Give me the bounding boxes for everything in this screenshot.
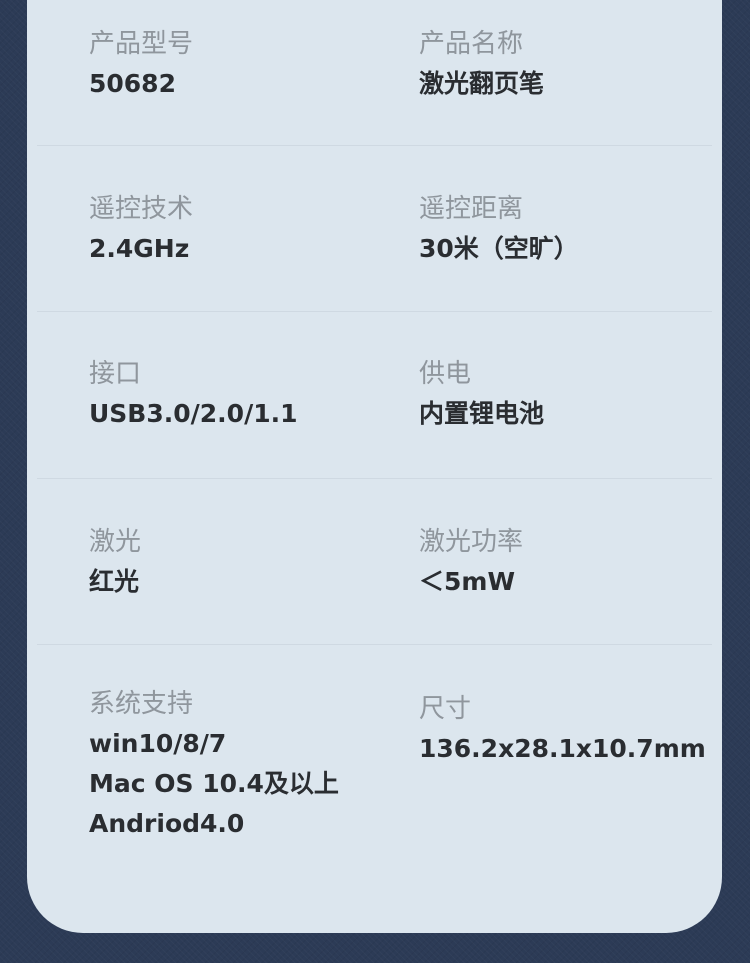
spec-value: Mac OS 10.4及以上: [89, 769, 339, 798]
row-divider: [37, 311, 712, 312]
spec-remote-distance: 遥控距离 30米（空旷）: [419, 189, 579, 269]
spec-label: 产品名称: [419, 29, 524, 59]
spec-label: 产品型号: [89, 29, 194, 59]
spec-card: 产品型号 50682 产品名称 激光翻页笔 遥控技术 2.4GHz 遥控距离 3…: [27, 0, 722, 933]
spec-value: ＜5mW: [419, 567, 516, 596]
spec-label: 激光功率: [419, 527, 524, 557]
spec-value: 2.4GHz: [89, 234, 190, 263]
spec-label: 遥控技术: [89, 194, 194, 224]
row-divider: [37, 145, 712, 146]
spec-product-name: 产品名称 激光翻页笔: [419, 24, 544, 104]
spec-interface: 接口 USB3.0/2.0/1.1: [89, 354, 297, 434]
spec-label: 尺寸: [419, 694, 472, 724]
spec-power-supply: 供电 内置锂电池: [419, 354, 544, 434]
spec-value: 30米（空旷）: [419, 234, 579, 263]
spec-value: USB3.0/2.0/1.1: [89, 399, 298, 428]
spec-value: 136.2x28.1x10.7mm: [419, 734, 706, 763]
spec-label: 激光: [89, 527, 142, 557]
spec-remote-tech: 遥控技术 2.4GHz: [89, 189, 193, 269]
spec-value: 红光: [89, 567, 140, 596]
spec-value: 内置锂电池: [419, 399, 545, 428]
spec-label: 遥控距离: [419, 194, 524, 224]
spec-value: 激光翻页笔: [419, 69, 545, 98]
row-divider: [37, 478, 712, 479]
spec-model: 产品型号 50682: [89, 24, 193, 104]
spec-value: 50682: [89, 69, 176, 98]
spec-label: 供电: [419, 359, 472, 389]
spec-dimensions: 尺寸 136.2x28.1x10.7mm: [419, 689, 706, 769]
spec-laser-power: 激光功率 ＜5mW: [419, 522, 523, 602]
spec-os-support: 系统支持 win10/8/7 Mac OS 10.4及以上 Andriod4.0: [89, 684, 339, 844]
row-divider: [37, 644, 712, 645]
spec-laser: 激光 红光: [89, 522, 141, 602]
spec-value: win10/8/7: [89, 729, 227, 758]
spec-value: Andriod4.0: [89, 809, 245, 838]
spec-label: 系统支持: [89, 689, 194, 719]
spec-label: 接口: [89, 359, 142, 389]
